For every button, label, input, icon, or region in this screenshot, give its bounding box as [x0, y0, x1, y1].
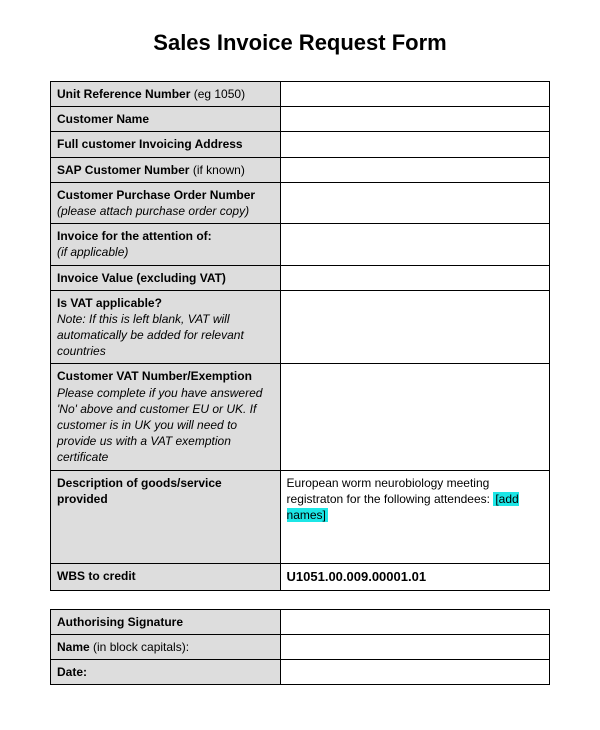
label-description: Description of goods/service provided	[51, 470, 281, 564]
value-attention[interactable]	[280, 224, 549, 265]
label-invoice-value: Invoice Value (excluding VAT)	[51, 265, 281, 290]
value-invoicing-address[interactable]	[280, 132, 549, 157]
row-po-number: Customer Purchase Order Number (please a…	[51, 182, 550, 223]
value-name[interactable]	[280, 634, 549, 659]
label-authorising: Authorising Signature	[51, 609, 281, 634]
row-attention: Invoice for the attention of: (if applic…	[51, 224, 550, 265]
form-table: Unit Reference Number (eg 1050) Customer…	[50, 81, 550, 591]
row-vat-number: Customer VAT Number/Exemption Please com…	[51, 364, 550, 470]
value-invoice-value[interactable]	[280, 265, 549, 290]
value-sap-number[interactable]	[280, 157, 549, 182]
value-po-number[interactable]	[280, 182, 549, 223]
page-title: Sales Invoice Request Form	[50, 30, 550, 56]
value-date[interactable]	[280, 660, 549, 685]
row-name: Name (in block capitals):	[51, 634, 550, 659]
label-vat-number: Customer VAT Number/Exemption Please com…	[51, 364, 281, 470]
label-vat-applicable: Is VAT applicable? Note: If this is left…	[51, 290, 281, 364]
value-vat-applicable[interactable]	[280, 290, 549, 364]
value-vat-number[interactable]	[280, 364, 549, 470]
label-invoicing-address: Full customer Invoicing Address	[51, 132, 281, 157]
row-unit-ref: Unit Reference Number (eg 1050)	[51, 82, 550, 107]
label-sap-number: SAP Customer Number (if known)	[51, 157, 281, 182]
value-authorising[interactable]	[280, 609, 549, 634]
row-vat-applicable: Is VAT applicable? Note: If this is left…	[51, 290, 550, 364]
value-customer-name[interactable]	[280, 107, 549, 132]
label-customer-name: Customer Name	[51, 107, 281, 132]
row-invoice-value: Invoice Value (excluding VAT)	[51, 265, 550, 290]
label-attention: Invoice for the attention of: (if applic…	[51, 224, 281, 265]
row-sap-number: SAP Customer Number (if known)	[51, 157, 550, 182]
label-unit-ref: Unit Reference Number (eg 1050)	[51, 82, 281, 107]
row-wbs: WBS to credit U1051.00.009.00001.01	[51, 564, 550, 591]
label-wbs: WBS to credit	[51, 564, 281, 591]
label-name: Name (in block capitals):	[51, 634, 281, 659]
value-wbs[interactable]: U1051.00.009.00001.01	[280, 564, 549, 591]
value-unit-ref[interactable]	[280, 82, 549, 107]
row-invoicing-address: Full customer Invoicing Address	[51, 132, 550, 157]
row-description: Description of goods/service provided Eu…	[51, 470, 550, 564]
row-authorising: Authorising Signature	[51, 609, 550, 634]
label-date: Date:	[51, 660, 281, 685]
row-customer-name: Customer Name	[51, 107, 550, 132]
value-description[interactable]: European worm neurobiology meeting regis…	[280, 470, 549, 564]
signature-table: Authorising Signature Name (in block cap…	[50, 609, 550, 686]
label-po-number: Customer Purchase Order Number (please a…	[51, 182, 281, 223]
row-date: Date:	[51, 660, 550, 685]
